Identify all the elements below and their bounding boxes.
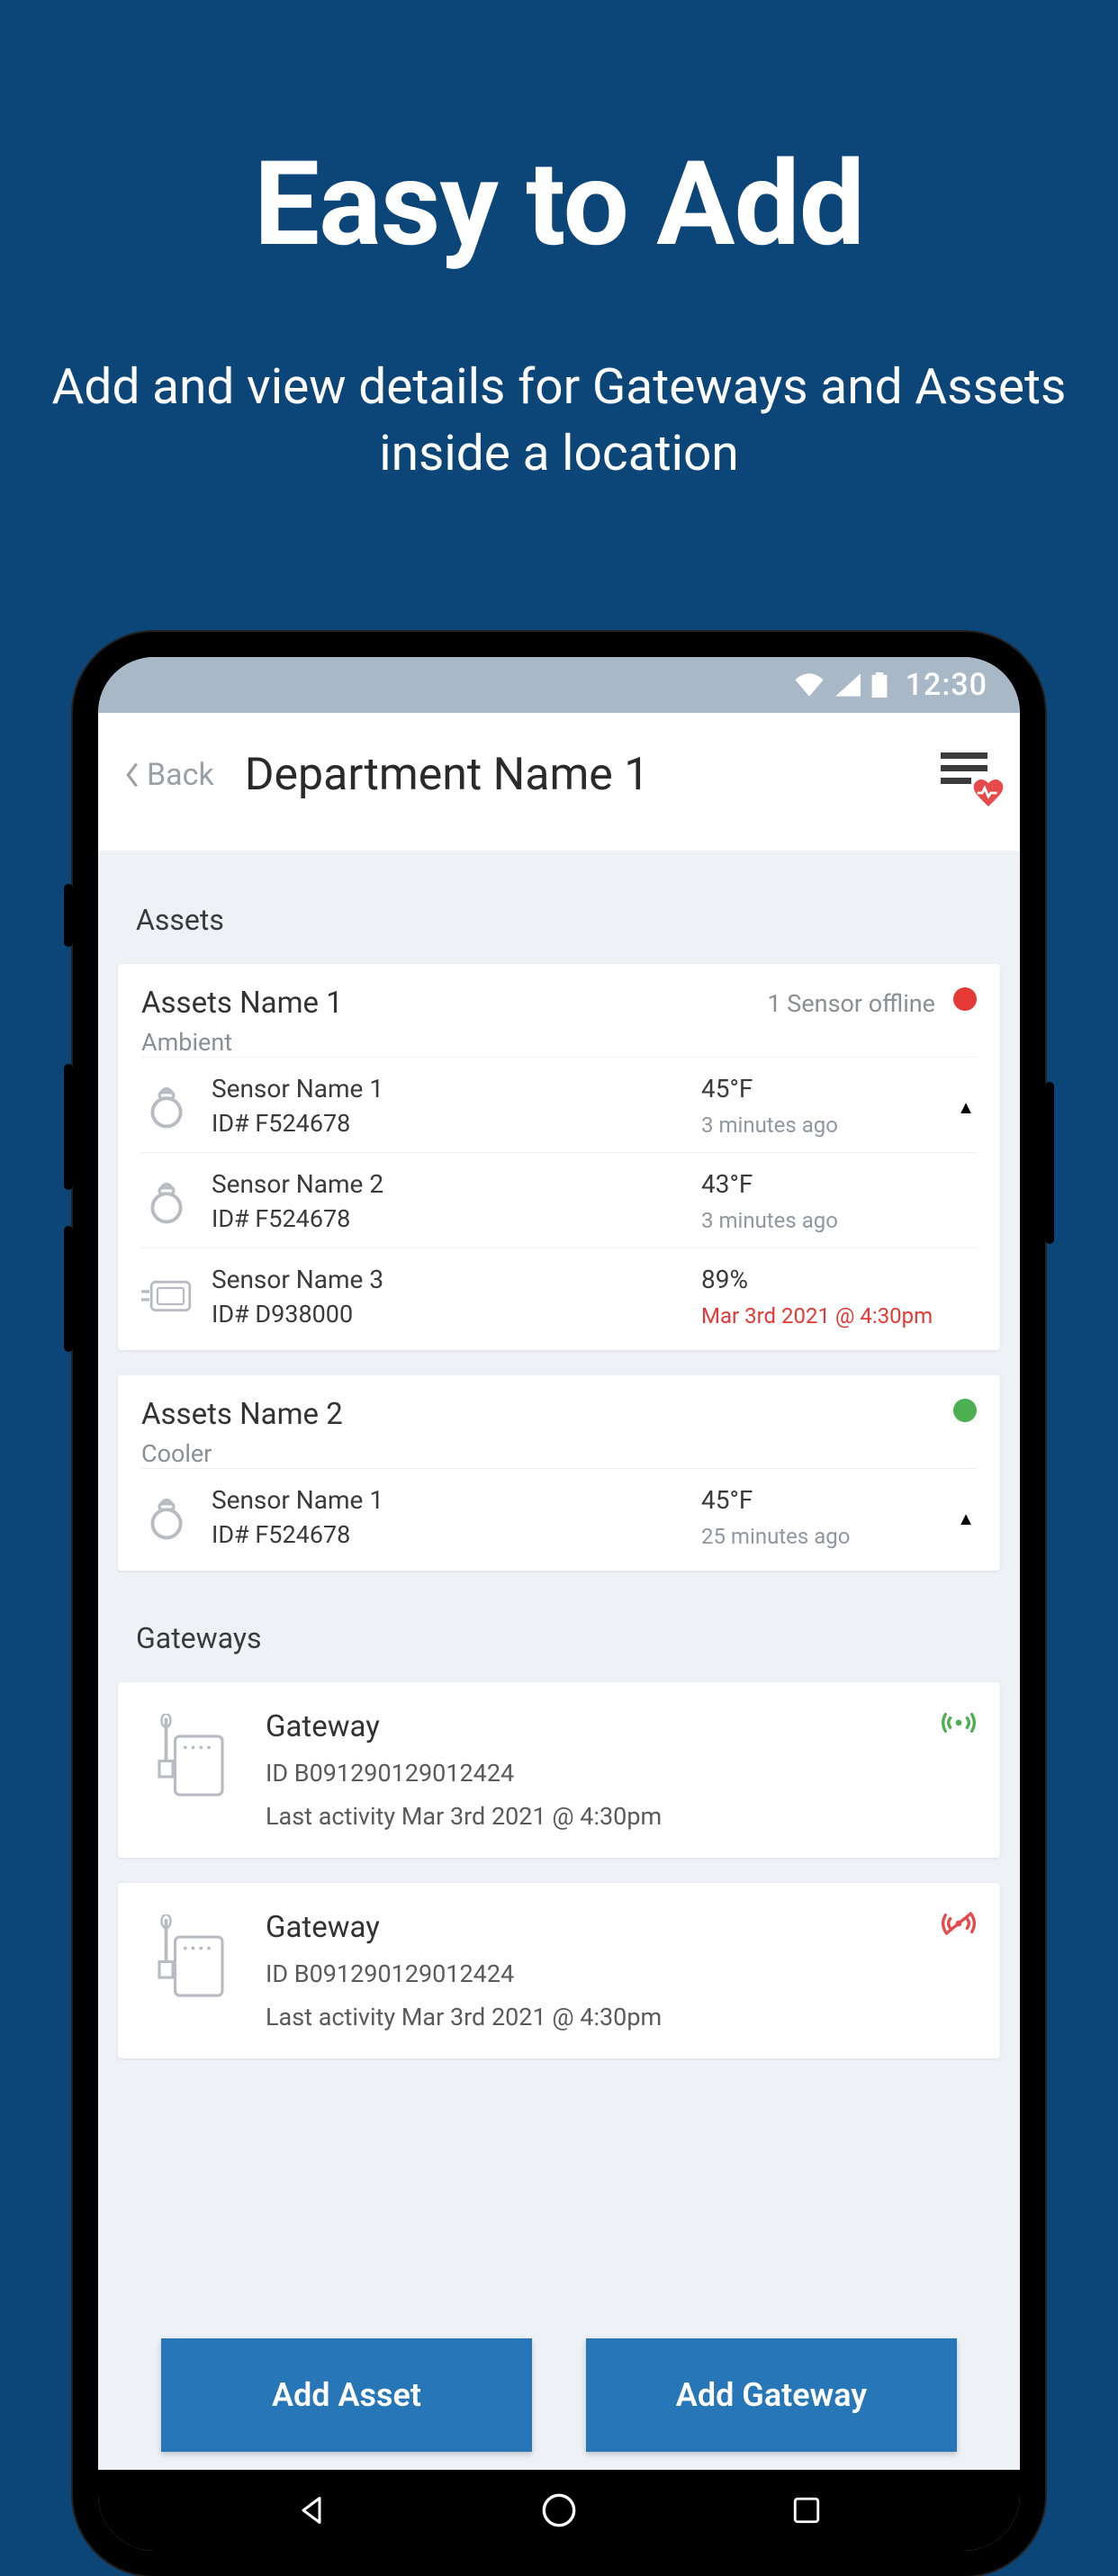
sensor-time: 25 minutes ago bbox=[701, 1524, 935, 1549]
sensor-icon bbox=[141, 1174, 192, 1228]
signal-online-icon bbox=[941, 1709, 977, 1831]
gateway-icon bbox=[141, 1709, 240, 1808]
sensor-info: Sensor Name 1 ID# F524678 bbox=[212, 1485, 681, 1549]
sensor-info: Sensor Name 2 ID# F524678 bbox=[212, 1169, 681, 1233]
android-nav-bar bbox=[98, 2470, 1020, 2551]
asset-card[interactable]: Assets Name 1 Ambient 1 Sensor offline S… bbox=[118, 964, 1000, 1350]
sensor-reading: 43°F 3 minutes ago bbox=[701, 1169, 935, 1233]
chevron-up-icon[interactable]: ▲ bbox=[957, 1508, 975, 1530]
sensor-icon bbox=[141, 1078, 192, 1132]
status-bar: 12:30 bbox=[98, 657, 1020, 713]
phone-side-button bbox=[1045, 1082, 1054, 1244]
status-indicator-icon bbox=[953, 1399, 977, 1422]
nav-recent-button[interactable] bbox=[786, 2490, 827, 2531]
sensor-id: ID# F524678 bbox=[212, 1520, 681, 1549]
hero-title: Easy to Add bbox=[0, 135, 1118, 273]
app-header: Back Department Name 1 bbox=[98, 713, 1020, 851]
asset-subtype: Ambient bbox=[141, 1028, 767, 1057]
circle-home-icon bbox=[541, 2492, 577, 2528]
page-title: Department Name 1 bbox=[245, 749, 650, 801]
back-button[interactable]: Back bbox=[125, 757, 214, 793]
phone-side-button bbox=[64, 1064, 73, 1190]
gateway-id: ID B091290129012424 bbox=[266, 1759, 915, 1788]
sensor-icon bbox=[141, 1490, 192, 1544]
sensor-info: Sensor Name 1 ID# F524678 bbox=[212, 1074, 681, 1138]
sensor-info: Sensor Name 3 ID# D938000 bbox=[212, 1265, 681, 1329]
bottom-action-bar: Add Asset Add Gateway bbox=[98, 2338, 1020, 2452]
sensor-icon bbox=[141, 1269, 192, 1323]
sensor-id: ID# F524678 bbox=[212, 1204, 681, 1233]
gateway-name: Gateway bbox=[266, 1910, 915, 1945]
nav-home-button[interactable] bbox=[538, 2490, 580, 2531]
asset-name: Assets Name 1 bbox=[141, 986, 767, 1021]
asset-name: Assets Name 2 bbox=[141, 1397, 953, 1432]
sensor-value: 45°F bbox=[701, 1074, 935, 1103]
sensor-name: Sensor Name 3 bbox=[212, 1265, 681, 1294]
wifi-icon bbox=[794, 673, 825, 697]
promo-hero: Easy to Add Add and view details for Gat… bbox=[0, 0, 1118, 488]
sensor-id: ID# D938000 bbox=[212, 1300, 681, 1329]
sensor-time: 3 minutes ago bbox=[701, 1208, 935, 1233]
status-indicator-icon bbox=[953, 987, 977, 1011]
triangle-back-icon bbox=[295, 2494, 328, 2526]
gateways-section-label: Gateways bbox=[98, 1596, 1020, 1682]
back-label: Back bbox=[147, 757, 214, 793]
gateway-card[interactable]: Gateway ID B091290129012424 Last activit… bbox=[118, 1682, 1000, 1858]
sensor-row[interactable]: Sensor Name 3 ID# D938000 89% Mar 3rd 20… bbox=[141, 1247, 977, 1343]
square-recent-icon bbox=[791, 2495, 822, 2526]
cellular-icon bbox=[835, 673, 861, 697]
sensor-name: Sensor Name 1 bbox=[212, 1074, 681, 1103]
sensor-time: 3 minutes ago bbox=[701, 1112, 935, 1138]
sensor-value: 89% bbox=[701, 1265, 935, 1294]
signal-offline-icon bbox=[941, 1910, 977, 2031]
nav-back-button[interactable] bbox=[291, 2490, 332, 2531]
sensor-reading: 45°F 25 minutes ago bbox=[701, 1485, 935, 1549]
gateway-card[interactable]: Gateway ID B091290129012424 Last activit… bbox=[118, 1883, 1000, 2058]
heart-pulse-icon bbox=[973, 779, 1004, 806]
sensor-reading: 89% Mar 3rd 2021 @ 4:30pm bbox=[701, 1265, 935, 1329]
phone-side-button bbox=[64, 1226, 73, 1352]
battery-icon bbox=[871, 672, 888, 698]
sensor-reading: 45°F 3 minutes ago bbox=[701, 1074, 935, 1138]
asset-status-text: 1 Sensor offline bbox=[767, 989, 935, 1018]
add-gateway-button[interactable]: Add Gateway bbox=[586, 2338, 957, 2452]
sensor-name: Sensor Name 1 bbox=[212, 1485, 681, 1515]
menu-button[interactable] bbox=[941, 752, 993, 797]
sensor-row[interactable]: Sensor Name 1 ID# F524678 45°F 3 minutes… bbox=[141, 1057, 977, 1152]
sensor-row[interactable]: Sensor Name 1 ID# F524678 45°F 25 minute… bbox=[141, 1468, 977, 1563]
phone-side-button bbox=[64, 884, 73, 947]
sensor-id: ID# F524678 bbox=[212, 1109, 681, 1138]
hero-subtitle: Add and view details for Gateways and As… bbox=[0, 354, 1118, 488]
assets-section-label: Assets bbox=[98, 851, 1020, 964]
gateway-id: ID B091290129012424 bbox=[266, 1959, 915, 1988]
main-content: Assets Assets Name 1 Ambient 1 Sensor of… bbox=[98, 851, 1020, 2470]
phone-screen: 12:30 Back Department Name 1 Assets Asse… bbox=[98, 657, 1020, 2551]
sensor-time: Mar 3rd 2021 @ 4:30pm bbox=[701, 1303, 935, 1329]
gateway-activity: Last activity Mar 3rd 2021 @ 4:30pm bbox=[266, 2003, 915, 2031]
asset-subtype: Cooler bbox=[141, 1439, 953, 1468]
gateway-icon bbox=[141, 1910, 240, 2009]
sensor-row[interactable]: Sensor Name 2 ID# F524678 43°F 3 minutes… bbox=[141, 1152, 977, 1247]
gateway-name: Gateway bbox=[266, 1709, 915, 1744]
status-time: 12:30 bbox=[906, 667, 987, 703]
chevron-left-icon bbox=[125, 762, 140, 788]
chevron-up-icon[interactable]: ▲ bbox=[957, 1096, 975, 1119]
phone-frame: 12:30 Back Department Name 1 Assets Asse… bbox=[73, 632, 1045, 2576]
sensor-name: Sensor Name 2 bbox=[212, 1169, 681, 1199]
sensor-value: 43°F bbox=[701, 1169, 935, 1199]
add-asset-button[interactable]: Add Asset bbox=[161, 2338, 532, 2452]
asset-card[interactable]: Assets Name 2 Cooler Sensor Name 1 ID# F… bbox=[118, 1375, 1000, 1571]
sensor-value: 45°F bbox=[701, 1485, 935, 1515]
gateway-activity: Last activity Mar 3rd 2021 @ 4:30pm bbox=[266, 1802, 915, 1831]
